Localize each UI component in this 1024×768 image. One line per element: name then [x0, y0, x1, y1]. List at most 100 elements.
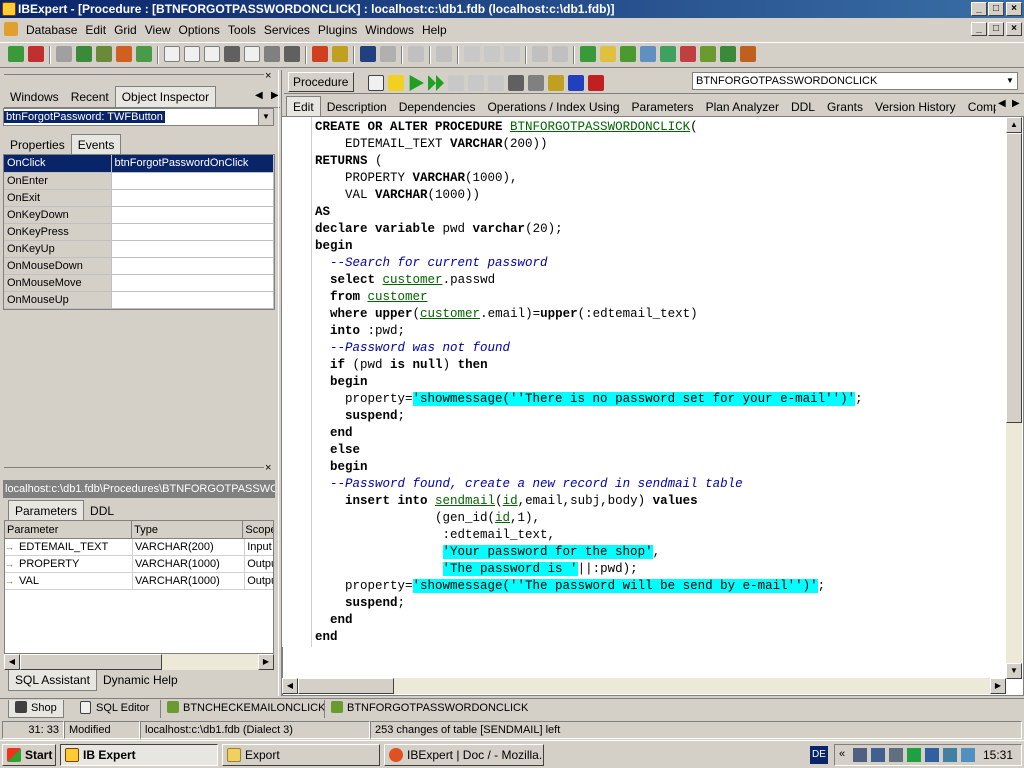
new-udf-icon[interactable]	[700, 46, 716, 62]
scroll-left-icon[interactable]: ◀	[282, 678, 298, 694]
connect-icon[interactable]	[56, 46, 72, 62]
tab-properties[interactable]: Properties	[4, 135, 71, 155]
event-row[interactable]: OnExit	[4, 189, 274, 207]
database-icon[interactable]	[116, 46, 132, 62]
sql-code-editor[interactable]: CREATE OR ALTER PROCEDURE BTNFORGOTPASSW…	[312, 117, 1005, 647]
grid-icon[interactable]	[380, 46, 396, 62]
new-table-icon[interactable]	[580, 46, 596, 62]
table-row[interactable]: → VAL VARCHAR(1000)Output	[5, 573, 273, 590]
document-icon[interactable]	[184, 46, 200, 62]
doc-tab-btnforgotpasswordonclick[interactable]: BTNFORGOTPASSWORDONCLICK	[324, 700, 534, 718]
event-handler[interactable]	[111, 172, 274, 190]
col-type[interactable]: Type	[132, 521, 244, 538]
unregister-db-icon[interactable]	[28, 46, 44, 62]
editor-horizontal-scrollbar[interactable]: ◀ ▶	[282, 678, 1006, 694]
col-parameter[interactable]: Parameter	[5, 521, 133, 538]
menu-options[interactable]: Options	[175, 20, 224, 40]
print-icon[interactable]	[224, 46, 240, 62]
event-row[interactable]: OnMouseUp	[4, 291, 274, 309]
tab-editor-0[interactable]: Edit	[286, 96, 321, 117]
disconnect-icon[interactable]	[96, 46, 112, 62]
tab-editor-4[interactable]: Parameters	[626, 97, 700, 117]
new-view-icon[interactable]	[600, 46, 616, 62]
event-handler[interactable]: btnForgotPasswordOnClick	[111, 155, 274, 173]
unformat-icon[interactable]	[588, 75, 604, 91]
menu-plugins[interactable]: Plugins	[314, 20, 361, 40]
scroll-right-icon[interactable]: ▶	[258, 654, 274, 670]
exit-icon[interactable]	[136, 46, 152, 62]
tab-events[interactable]: Events	[70, 134, 122, 155]
event-handler[interactable]	[111, 223, 274, 241]
object-selector[interactable]: btnForgotPassword: TWFButton ▼	[3, 108, 274, 126]
col-scope[interactable]: Scope	[243, 521, 273, 538]
grid-view-icon[interactable]	[488, 75, 504, 91]
properties-icon[interactable]	[368, 75, 384, 91]
tray-icon-6[interactable]	[943, 748, 957, 762]
tray-icon-3[interactable]	[889, 748, 903, 762]
debug-icon[interactable]	[528, 75, 544, 91]
doc-tab-shop[interactable]: Shop	[8, 700, 64, 718]
close-icon[interactable]: ×	[265, 70, 271, 82]
sql-icon[interactable]	[264, 46, 280, 62]
tab-left-arrow-icon[interactable]: ◀	[998, 98, 1006, 109]
event-handler[interactable]	[111, 257, 274, 275]
printer-icon[interactable]	[284, 46, 300, 62]
event-row[interactable]: OnClick btnForgotPasswordOnClick	[4, 155, 274, 173]
event-handler[interactable]	[111, 189, 274, 207]
event-handler[interactable]	[111, 274, 274, 292]
menu-help[interactable]: Help	[418, 20, 451, 40]
tab-dynamic-help[interactable]: Dynamic Help	[97, 670, 184, 690]
tray-icon-2[interactable]	[871, 748, 885, 762]
event-row[interactable]: OnEnter	[4, 172, 274, 190]
new-procedure-icon[interactable]	[620, 46, 636, 62]
key-icon[interactable]	[548, 75, 564, 91]
register-db-icon[interactable]	[8, 46, 24, 62]
key-icon[interactable]	[332, 46, 348, 62]
doc-tab-sql-editor[interactable]: SQL Editor	[76, 700, 155, 718]
tab-editor-3[interactable]: Operations / Index Using	[481, 97, 625, 117]
child-close-button[interactable]: ×	[1006, 22, 1022, 36]
run-icon[interactable]	[409, 75, 424, 91]
new-icon[interactable]	[164, 46, 180, 62]
event-handler[interactable]	[111, 206, 274, 224]
object-type-dropdown[interactable]: Procedure ▼	[288, 72, 354, 106]
scroll-thumb[interactable]	[1006, 133, 1022, 423]
print-icon[interactable]	[508, 75, 524, 91]
tray-icon-1[interactable]	[853, 748, 867, 762]
close-button[interactable]: ×	[1006, 2, 1022, 16]
app-icon[interactable]	[2, 2, 16, 16]
tray-icon-4[interactable]	[907, 748, 921, 762]
scroll-thumb[interactable]	[298, 678, 394, 694]
tab-right-arrow-icon[interactable]: ▶	[1012, 98, 1020, 109]
language-indicator[interactable]: DE	[810, 746, 828, 764]
tab-editor-7[interactable]: Grants	[821, 97, 869, 117]
maximize-button[interactable]: □	[988, 2, 1004, 16]
new-domain-icon[interactable]	[720, 46, 736, 62]
event-handler[interactable]	[111, 291, 274, 309]
child-restore-button[interactable]: □	[988, 22, 1004, 36]
menu-services[interactable]: Services	[260, 20, 314, 40]
tab-editor-6[interactable]: DDL	[785, 97, 821, 117]
tray-icon-5[interactable]	[925, 748, 939, 762]
minimize-button[interactable]: _	[971, 2, 987, 16]
tab-recent[interactable]: Recent	[65, 87, 115, 107]
panel-splitter[interactable]: ×	[0, 462, 278, 474]
event-row[interactable]: OnKeyDown	[4, 206, 274, 224]
tab-windows[interactable]: Windows	[4, 87, 65, 107]
tab-ddl[interactable]: DDL	[84, 501, 120, 521]
step-run-icon[interactable]	[428, 75, 444, 91]
volume-icon[interactable]	[961, 748, 975, 762]
undo-icon[interactable]	[532, 46, 548, 62]
event-handler[interactable]	[111, 240, 274, 258]
copy-doc-icon[interactable]	[204, 46, 220, 62]
taskbar-item-ibexpert[interactable]: IB Expert	[60, 744, 218, 766]
taskbar-item-mozilla[interactable]: IBExpert | Doc / - Mozilla...	[384, 744, 544, 766]
console-icon[interactable]	[360, 46, 376, 62]
save-icon[interactable]	[436, 46, 452, 62]
tab-sql-assistant[interactable]: SQL Assistant	[8, 670, 97, 691]
paste-icon[interactable]	[504, 46, 520, 62]
compile-icon[interactable]	[388, 75, 404, 91]
redo-icon[interactable]	[552, 46, 568, 62]
taskbar-item-export[interactable]: Export	[222, 744, 380, 766]
tray-expand-icon[interactable]: «	[839, 748, 845, 760]
